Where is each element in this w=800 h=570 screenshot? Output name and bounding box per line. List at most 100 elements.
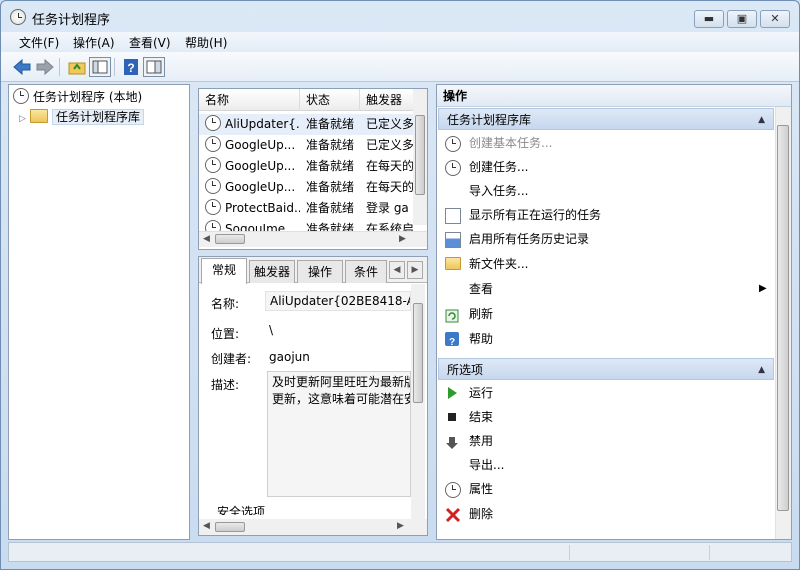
table-row[interactable]: GoogleUp... 准备就绪 已定义多 <box>199 135 415 156</box>
create-task-icon <box>445 160 461 176</box>
tab-triggers[interactable]: 触发器 <box>249 260 295 283</box>
title-bar: 任务计划程序 ▬ ▣ ✕ <box>0 0 800 32</box>
task-trigger: 登录 ga <box>366 201 409 215</box>
status-bar <box>8 542 792 562</box>
task-name: GoogleUp... <box>205 156 300 177</box>
task-name: AliUpdater{... <box>205 114 300 135</box>
toolbar: ? <box>1 52 799 82</box>
running-tasks-icon <box>445 208 461 224</box>
scrollbar-thumb[interactable] <box>215 234 245 244</box>
clock-icon <box>205 157 221 173</box>
tree-item-library-label: 任务计划程序库 <box>52 109 145 125</box>
task-trigger: 在每天的 <box>366 159 415 173</box>
section-header-selected-item[interactable]: 所选项 ▲ <box>438 358 774 380</box>
column-header-name[interactable]: 名称 <box>199 89 300 111</box>
toolbar-separator <box>59 58 60 76</box>
column-header-status[interactable]: 状态 <box>300 89 360 111</box>
folder-up-icon[interactable] <box>66 57 88 77</box>
actions-pane: 操作 任务计划程序库 ▲ 创建基本任务... 创建任务... 导入任务... 显示… <box>436 84 792 540</box>
table-row[interactable]: SogouIme... 准备就绪 在系统启 <box>199 219 415 231</box>
table-row[interactable]: GoogleUp... 准备就绪 在每天的 <box>199 156 415 177</box>
clock-icon <box>205 178 221 194</box>
menu-bar: 文件(F) 操作(A) 查看(V) 帮助(H) <box>1 32 799 52</box>
scrollbar-thumb[interactable] <box>777 125 789 511</box>
help-icon[interactable]: ? <box>120 57 142 77</box>
description-line: 及时更新阿里旺旺为最新版 <box>272 375 411 389</box>
tree-item-root[interactable]: 任务计划程序 (本地) <box>13 87 142 107</box>
task-status: 准备就绪 <box>306 117 355 131</box>
author-value: gaojun <box>269 350 310 364</box>
description-line: 更新，这意味着可能潜在安 <box>272 392 411 406</box>
action-pane-icon[interactable] <box>143 57 165 77</box>
task-list: 名称 状态 触发器 AliUpdater{... 准备就绪 已定义多 Googl… <box>198 88 428 250</box>
disable-arrow-icon <box>445 434 459 449</box>
section-header-library[interactable]: 任务计划程序库 ▲ <box>438 108 774 130</box>
property-tabs: 常规 触发器 操作 条件 ◀ ▶ <box>199 257 427 284</box>
back-icon[interactable] <box>11 57 33 77</box>
scroll-right-icon[interactable]: ▶ <box>399 234 406 244</box>
minimize-button[interactable]: ▬ <box>694 10 724 28</box>
new-folder-icon <box>445 257 461 270</box>
task-trigger: 在每天的 <box>366 180 415 194</box>
clock-icon <box>205 136 221 152</box>
create-basic-task-icon <box>445 136 461 152</box>
section-header-label: 所选项 <box>447 363 484 377</box>
task-trigger: 已定义多 <box>366 117 415 131</box>
refresh-icon <box>445 307 459 323</box>
task-name: GoogleUp... <box>205 177 300 198</box>
table-row[interactable]: ProtectBaid... 准备就绪 登录 ga <box>199 198 415 219</box>
table-row[interactable]: GoogleUp... 准备就绪 在每天的 <box>199 177 415 198</box>
actions-pane-title: 操作 <box>437 85 791 107</box>
tree-item-library[interactable]: ▷ 任务计划程序库 <box>19 107 145 129</box>
menu-action[interactable]: 操作(A) <box>73 34 115 51</box>
forward-icon[interactable] <box>34 57 56 77</box>
menu-file[interactable]: 文件(F) <box>19 34 59 51</box>
menu-view[interactable]: 查看(V) <box>129 34 171 51</box>
task-status: 准备就绪 <box>306 138 355 152</box>
maximize-button[interactable]: ▣ <box>727 10 757 28</box>
clock-icon <box>205 199 221 215</box>
scrollbar-thumb[interactable] <box>415 115 425 195</box>
console-tree-icon[interactable] <box>89 57 111 77</box>
properties-icon <box>445 482 461 498</box>
expand-arrow-icon[interactable]: ▷ <box>19 109 27 129</box>
author-label: 创建者: <box>211 352 252 366</box>
scrollbar-thumb[interactable] <box>215 522 245 532</box>
column-header-trigger[interactable]: 触发器 <box>360 89 420 111</box>
location-value: \ <box>269 323 274 337</box>
tab-scroll-left-icon[interactable]: ◀ <box>389 261 405 279</box>
tree-item-root-label: 任务计划程序 (本地) <box>33 90 143 104</box>
action-view[interactable]: 查看 ▶ <box>445 277 767 301</box>
name-field[interactable]: AliUpdater{02BE8418-A <box>265 291 411 311</box>
task-status: 准备就绪 <box>306 222 355 231</box>
tab-actions[interactable]: 操作 <box>297 260 343 283</box>
console-tree-pane: 任务计划程序 (本地) ▷ 任务计划程序库 <box>8 84 190 540</box>
close-button[interactable]: ✕ <box>760 10 790 28</box>
menu-help[interactable]: 帮助(H) <box>185 34 227 51</box>
task-scheduler-clock-icon <box>10 9 26 25</box>
submenu-arrow-icon: ▶ <box>759 283 767 294</box>
clock-icon <box>205 115 221 131</box>
toolbar-separator <box>114 58 115 76</box>
tab-conditions[interactable]: 条件 <box>345 260 387 283</box>
svg-text:?: ? <box>127 61 134 75</box>
task-trigger: 在系统启 <box>366 222 415 231</box>
description-label: 描述: <box>211 378 240 392</box>
scroll-left-icon[interactable]: ◀ <box>203 521 210 531</box>
task-trigger: 已定义多 <box>366 138 415 152</box>
collapse-icon[interactable]: ▲ <box>758 359 765 381</box>
task-list-header: 名称 状态 触发器 <box>199 89 420 111</box>
location-label: 位置: <box>211 327 240 341</box>
scroll-left-icon[interactable]: ◀ <box>203 234 210 244</box>
task-status: 准备就绪 <box>306 201 355 215</box>
task-name: GoogleUp... <box>205 135 300 156</box>
table-row[interactable]: AliUpdater{... 准备就绪 已定义多 <box>199 114 415 135</box>
scrollbar-thumb[interactable] <box>413 303 423 403</box>
scroll-right-icon[interactable]: ▶ <box>397 521 404 531</box>
description-field[interactable]: 及时更新阿里旺旺为最新版 更新，这意味着可能潜在安 <box>267 371 411 497</box>
tab-general[interactable]: 常规 <box>201 258 247 284</box>
collapse-icon[interactable]: ▲ <box>758 109 765 131</box>
name-label: 名称: <box>211 297 240 311</box>
task-status: 准备就绪 <box>306 159 355 173</box>
tab-scroll-right-icon[interactable]: ▶ <box>407 261 423 279</box>
